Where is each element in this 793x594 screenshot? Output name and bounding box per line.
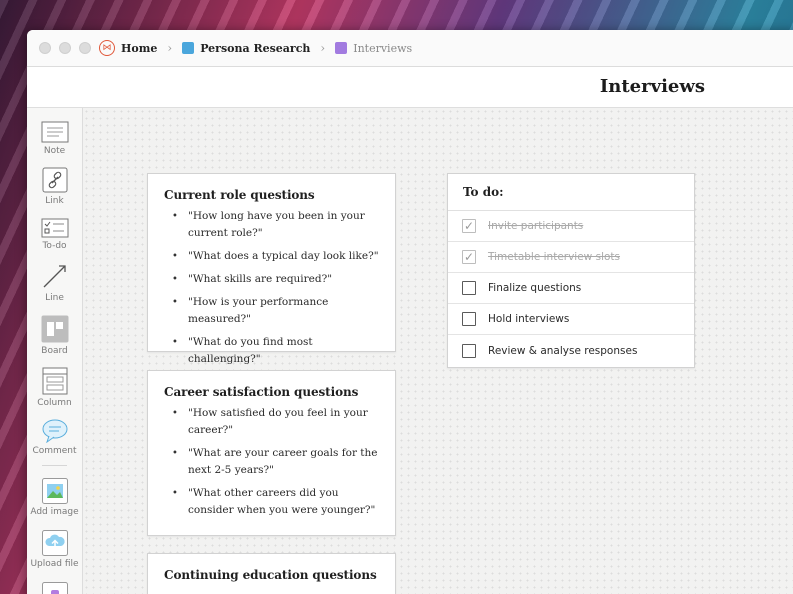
tool-sidebar: Note Link To-do Line Board Column Commen… — [27, 108, 83, 594]
note-card-career-satisfaction[interactable]: Career satisfaction questions "How satis… — [147, 370, 396, 536]
tool-board-label: Board — [41, 346, 68, 356]
tool-note[interactable]: Note — [27, 121, 82, 156]
tool-board[interactable]: Board — [27, 315, 82, 356]
app-window: ⋈ Home › Persona Research › Interviews I… — [27, 30, 793, 594]
board-square-icon — [335, 42, 348, 54]
list-item: "What other careers did you consider whe… — [172, 485, 379, 519]
checkbox-checked[interactable]: ✓ — [462, 250, 476, 264]
todo-item[interactable]: Hold interviews — [448, 304, 694, 335]
todo-item-label: Timetable interview slots — [488, 251, 621, 263]
checkbox[interactable] — [462, 281, 476, 295]
todo-item[interactable]: ✓ Invite participants — [448, 211, 694, 242]
note-card-title: Current role questions — [164, 188, 315, 202]
note-card-continuing-education[interactable]: Continuing education questions — [147, 553, 396, 594]
tool-link[interactable]: Link — [27, 167, 82, 206]
list-item: "How long have you been in your current … — [172, 208, 379, 242]
window-controls — [39, 42, 91, 54]
breadcrumb-persona-research[interactable]: Persona Research — [182, 42, 310, 55]
breadcrumb-interviews-label: Interviews — [353, 41, 413, 55]
todo-item-label: Hold interviews — [488, 313, 570, 325]
tool-comment-label: Comment — [32, 446, 77, 456]
note-card-current-role[interactable]: Current role questions "How long have yo… — [147, 173, 396, 365]
note-card-title: Continuing education questions — [164, 568, 377, 582]
list-item: "What do you find most challenging?" — [172, 334, 379, 368]
todo-item-label: Invite participants — [488, 220, 584, 232]
breadcrumb-interviews[interactable]: Interviews — [335, 42, 412, 55]
checkbox[interactable] — [462, 312, 476, 326]
tool-upload-file-label: Upload file — [30, 559, 79, 569]
page-title: Interviews — [599, 76, 705, 97]
tool-comment[interactable]: Comment — [27, 419, 82, 456]
link-icon — [42, 167, 67, 193]
checkbox[interactable] — [462, 343, 476, 358]
todo-item-label: Review & analyse responses — [488, 344, 638, 357]
tool-note-label: Note — [43, 146, 66, 156]
question-list: "How long have you been in your current … — [172, 208, 379, 368]
line-icon — [43, 265, 66, 288]
breadcrumb-persona-label: Persona Research — [200, 41, 311, 55]
image-icon — [41, 478, 68, 504]
todo-item[interactable]: Review & analyse responses — [448, 335, 694, 366]
home-icon: ⋈ — [99, 40, 115, 56]
tool-column-label: Column — [37, 398, 72, 408]
list-item: "What skills are required?" — [172, 271, 379, 288]
upload-icon — [41, 530, 68, 556]
toolbar-divider — [42, 465, 67, 466]
board-square-icon — [182, 42, 195, 54]
file-icon — [41, 582, 68, 594]
minimize-window-button[interactable] — [59, 42, 71, 54]
maximize-window-button[interactable] — [79, 42, 91, 54]
tool-line-label: Line — [45, 293, 64, 303]
tool-add-image-label: Add image — [30, 507, 79, 517]
todo-item-label: Finalize questions — [488, 282, 582, 294]
list-item: "What are your career goals for the next… — [172, 445, 379, 479]
tool-line[interactable]: Line — [27, 262, 82, 303]
chevron-right-icon: › — [167, 41, 173, 55]
todo-item[interactable]: Finalize questions — [448, 273, 694, 304]
list-item: "How satisfied do you feel in your caree… — [172, 405, 379, 439]
tool-link-label: Link — [45, 196, 64, 206]
breadcrumb-home-label: Home — [121, 41, 158, 55]
checkbox-checked[interactable]: ✓ — [462, 219, 476, 233]
breadcrumb: ⋈ Home › Persona Research › Interviews — [99, 40, 412, 56]
tool-column[interactable]: Column — [27, 367, 82, 408]
tool-add-image[interactable]: Add image — [27, 478, 82, 517]
question-list: "How satisfied do you feel in your caree… — [172, 405, 379, 519]
board-icon — [41, 315, 68, 343]
title-bar: ⋈ Home › Persona Research › Interviews — [27, 30, 793, 67]
breadcrumb-home[interactable]: ⋈ Home — [99, 40, 157, 56]
todo-card[interactable]: To do: ✓ Invite participants ✓ Timetable… — [447, 173, 695, 368]
todo-title: To do: — [448, 174, 694, 211]
board-header: Interviews — [27, 67, 793, 108]
tool-more[interactable] — [27, 582, 82, 594]
chevron-right-icon: › — [320, 41, 326, 55]
todo-icon — [41, 218, 68, 238]
note-card-title: Career satisfaction questions — [164, 385, 359, 399]
todo-item[interactable]: ✓ Timetable interview slots — [448, 242, 694, 273]
column-icon — [42, 367, 67, 395]
comment-icon — [42, 419, 67, 443]
close-window-button[interactable] — [39, 42, 51, 54]
list-item: "What does a typical day look like?" — [172, 248, 379, 265]
tool-upload-file[interactable]: Upload file — [27, 530, 82, 569]
board-canvas[interactable]: Current role questions "How long have yo… — [83, 108, 793, 594]
tool-todo-label: To-do — [42, 241, 67, 251]
tool-todo[interactable]: To-do — [27, 218, 82, 251]
note-icon — [41, 121, 68, 143]
list-item: "How is your performance measured?" — [172, 294, 379, 328]
